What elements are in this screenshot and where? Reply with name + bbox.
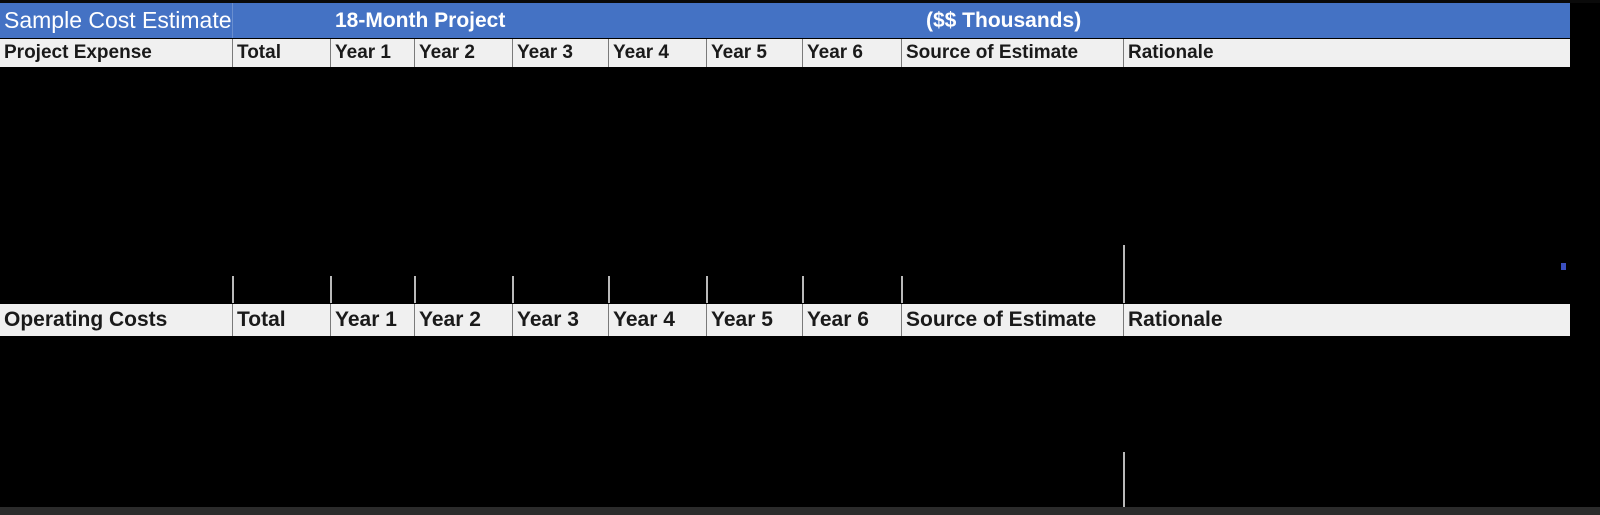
gridline-source	[901, 276, 903, 303]
column-header-year-3[interactable]: Year 3	[512, 39, 608, 67]
column-header-year-5-operating[interactable]: Year 5	[706, 304, 802, 336]
gridline-year-6	[802, 276, 804, 303]
column-header-year-1[interactable]: Year 1	[330, 39, 414, 67]
bottom-edge-strip	[0, 507, 1600, 515]
project-duration-label: 18-Month Project	[335, 9, 506, 32]
column-header-total[interactable]: Total	[232, 39, 330, 67]
column-header-year-3-operating[interactable]: Year 3	[512, 304, 608, 336]
gridline-year-4	[608, 276, 610, 303]
title-bar-column-tick	[232, 3, 233, 38]
column-header-year-1-operating[interactable]: Year 1	[330, 304, 414, 336]
project-expense-table-body	[0, 68, 1600, 303]
column-header-year-4[interactable]: Year 4	[608, 39, 706, 67]
column-header-year-6[interactable]: Year 6	[802, 39, 901, 67]
title-bar: Sample Cost Estimate 18-Month Project ($…	[0, 3, 1570, 38]
units-label: ($$ Thousands)	[926, 9, 1082, 32]
column-header-rationale[interactable]: Rationale	[1123, 39, 1570, 67]
column-header-year-4-operating[interactable]: Year 4	[608, 304, 706, 336]
gridline-total	[232, 276, 234, 303]
cost-estimate-sheet: Sample Cost Estimate 18-Month Project ($…	[0, 0, 1600, 515]
gridline-rationale-operating	[1123, 452, 1125, 507]
column-header-rationale-operating[interactable]: Rationale	[1123, 304, 1570, 336]
gridline-year-5	[706, 276, 708, 303]
gridline-year-1	[330, 276, 332, 303]
column-header-year-2[interactable]: Year 2	[414, 39, 512, 67]
column-header-year-6-operating[interactable]: Year 6	[802, 304, 901, 336]
column-header-project-expense[interactable]: Project Expense	[0, 39, 232, 67]
sheet-title: Sample Cost Estimate	[4, 7, 232, 33]
column-header-year-5[interactable]: Year 5	[706, 39, 802, 67]
column-header-source-of-estimate[interactable]: Source of Estimate	[901, 39, 1123, 67]
gridline-rationale-lower	[1123, 276, 1125, 303]
column-header-total-operating[interactable]: Total	[232, 304, 330, 336]
selection-handle-icon[interactable]	[1561, 263, 1566, 270]
column-header-year-2-operating[interactable]: Year 2	[414, 304, 512, 336]
operating-costs-header-row: Operating Costs Total Year 1 Year 2 Year…	[0, 303, 1570, 337]
project-expense-header-row: Project Expense Total Year 1 Year 2 Year…	[0, 38, 1570, 68]
column-header-source-of-estimate-operating[interactable]: Source of Estimate	[901, 304, 1123, 336]
operating-costs-table-body	[0, 337, 1600, 507]
gridline-year-3	[512, 276, 514, 303]
column-header-operating-costs[interactable]: Operating Costs	[0, 304, 232, 336]
gridline-year-2	[414, 276, 416, 303]
